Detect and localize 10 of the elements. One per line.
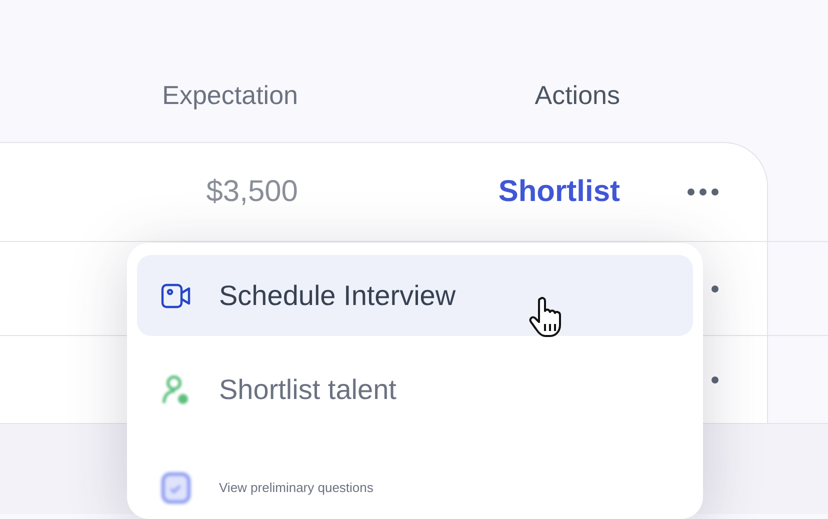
menu-item[interactable]: Shortlist talent: [137, 340, 693, 440]
column-header: Actions: [534, 79, 620, 112]
shortlist-link[interactable]: Shortlist: [298, 175, 620, 209]
column-header: Expectation: [161, 79, 298, 112]
video-camera-icon: [161, 282, 191, 308]
menu-item[interactable]: View preliminary questions: [137, 440, 693, 519]
person-icon: [161, 374, 191, 406]
table-cell-text: $3,500: [205, 175, 298, 209]
menu-item[interactable]: Schedule Interview: [137, 255, 693, 336]
calendar-icon: [161, 470, 191, 504]
